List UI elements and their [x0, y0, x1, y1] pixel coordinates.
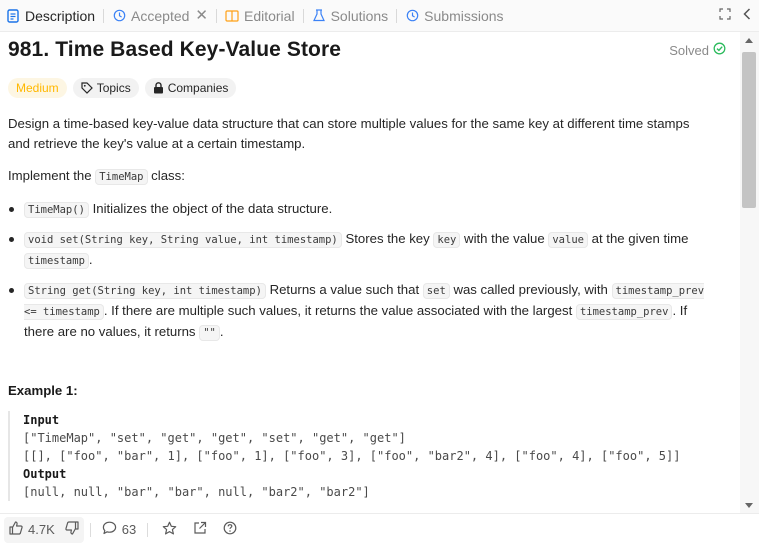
tab-accepted-label: Accepted — [131, 7, 190, 24]
tab-editorial-label: Editorial — [243, 7, 295, 24]
topics-button[interactable]: Topics — [72, 78, 139, 98]
method-list: TimeMap() Initializes the object of the … — [8, 199, 708, 343]
inline-code: "" — [199, 325, 220, 341]
item-text: . If there are multiple such values, it … — [103, 303, 573, 318]
implement-prefix: Implement the — [8, 168, 92, 183]
problem-statement: Design a time-based key-value data struc… — [8, 114, 708, 352]
thumbs-up-icon — [9, 521, 23, 538]
intro-paragraph: Design a time-based key-value data struc… — [8, 116, 690, 151]
footer-divider — [147, 522, 149, 537]
tab-editorial[interactable]: Editorial — [221, 0, 299, 32]
scroll-down-arrow-icon[interactable] — [745, 503, 753, 508]
tab-description[interactable]: Description — [0, 0, 99, 32]
problem-badges: Medium Topics Companies — [8, 78, 237, 98]
help-button[interactable] — [215, 514, 245, 545]
fullscreen-icon[interactable] — [719, 7, 731, 25]
problem-description-panel: 981. Time Based Key-Value Store Solved M… — [0, 32, 740, 513]
scroll-up-arrow-icon[interactable] — [745, 38, 753, 43]
solved-status: Solved — [669, 42, 726, 58]
like-count: 4.7K — [28, 522, 55, 537]
tab-divider — [103, 8, 105, 23]
problem-footer: 4.7K 63 — [0, 513, 759, 545]
implement-suffix: class: — [151, 168, 185, 183]
inline-code: value — [548, 232, 588, 248]
chevron-left-icon[interactable] — [743, 7, 751, 25]
example-input-label: Input — [23, 413, 60, 427]
example-input-line: ["TimeMap", "set", "get", "get", "set", … — [23, 431, 406, 445]
like-button[interactable]: 4.7K — [4, 514, 60, 545]
close-icon[interactable]: ✕ — [195, 8, 208, 23]
list-item: void set(String key, String value, int t… — [8, 229, 708, 271]
item-text: was called previously, with — [453, 282, 608, 297]
inline-code: void set(String key, String value, int t… — [24, 232, 342, 248]
solved-label: Solved — [669, 42, 709, 58]
tab-divider — [396, 8, 398, 23]
inline-code: key — [433, 232, 461, 248]
item-text: Returns a value such that — [269, 282, 420, 297]
tab-submissions[interactable]: Submissions — [401, 0, 507, 32]
favorite-button[interactable] — [154, 514, 185, 545]
check-circle-icon — [713, 42, 726, 58]
item-text: Stores the key — [345, 231, 430, 246]
inline-code: String get(String key, int timestamp) — [24, 283, 266, 299]
comment-count: 63 — [121, 522, 137, 537]
tab-bar: Description Accepted ✕ Editorial Solutio… — [0, 0, 759, 32]
tab-submissions-label: Submissions — [424, 7, 504, 24]
example-title: Example 1: — [8, 383, 78, 398]
tag-icon — [81, 82, 93, 94]
companies-button[interactable]: Companies — [144, 78, 237, 98]
tab-divider — [215, 8, 217, 23]
description-icon — [6, 8, 20, 23]
dislike-button[interactable] — [60, 514, 84, 545]
inline-code: set — [422, 283, 450, 299]
inline-code: timestamp — [24, 253, 89, 269]
comments-button[interactable]: 63 — [97, 514, 141, 545]
like-dislike-group: 4.7K — [4, 514, 84, 545]
flask-icon — [312, 9, 326, 23]
example-output-line: [null, null, "bar", "bar", null, "bar2",… — [23, 485, 370, 499]
tab-solutions-label: Solutions — [330, 7, 389, 24]
lock-icon — [153, 82, 164, 94]
share-button[interactable] — [185, 514, 215, 545]
example-output-label: Output — [23, 467, 67, 481]
tab-description-label: Description — [25, 7, 96, 24]
item-text: at the given time — [591, 231, 689, 246]
history-icon — [405, 9, 419, 23]
inline-code: timestamp_prev — [575, 304, 673, 320]
list-item: String get(String key, int timestamp) Re… — [8, 280, 708, 343]
question-circle-icon — [223, 521, 237, 538]
share-icon — [193, 521, 207, 538]
history-icon — [112, 9, 126, 23]
tab-bar-actions — [719, 0, 751, 32]
inline-code: TimeMap() — [24, 202, 89, 218]
list-item: TimeMap() Initializes the object of the … — [8, 199, 708, 220]
item-text: . — [219, 324, 224, 339]
implement-paragraph: Implement the TimeMap class: — [8, 166, 708, 187]
vertical-scrollbar[interactable] — [740, 32, 759, 513]
item-text: with the value — [464, 231, 545, 246]
comment-icon — [102, 521, 117, 538]
problem-title: 981. Time Based Key-Value Store — [8, 38, 342, 61]
example-input-line: [[], ["foo", "bar", 1], ["foo", 1], ["fo… — [23, 449, 681, 463]
tab-divider — [302, 8, 304, 23]
difficulty-badge: Medium — [8, 78, 67, 98]
tab-accepted[interactable]: Accepted ✕ — [108, 0, 212, 32]
footer-divider — [89, 522, 91, 537]
book-icon — [225, 9, 239, 23]
inline-code: TimeMap — [95, 169, 148, 185]
companies-label: Companies — [167, 81, 229, 95]
star-icon — [162, 521, 177, 539]
topics-label: Topics — [96, 81, 131, 95]
item-text: . — [88, 252, 93, 267]
scrollbar-thumb[interactable] — [742, 52, 756, 208]
item-text: Initializes the object of the data struc… — [92, 201, 333, 216]
example-block: Input ["TimeMap", "set", "get", "get", "… — [8, 411, 723, 501]
tab-solutions[interactable]: Solutions — [308, 0, 393, 32]
thumbs-down-icon — [65, 521, 79, 538]
